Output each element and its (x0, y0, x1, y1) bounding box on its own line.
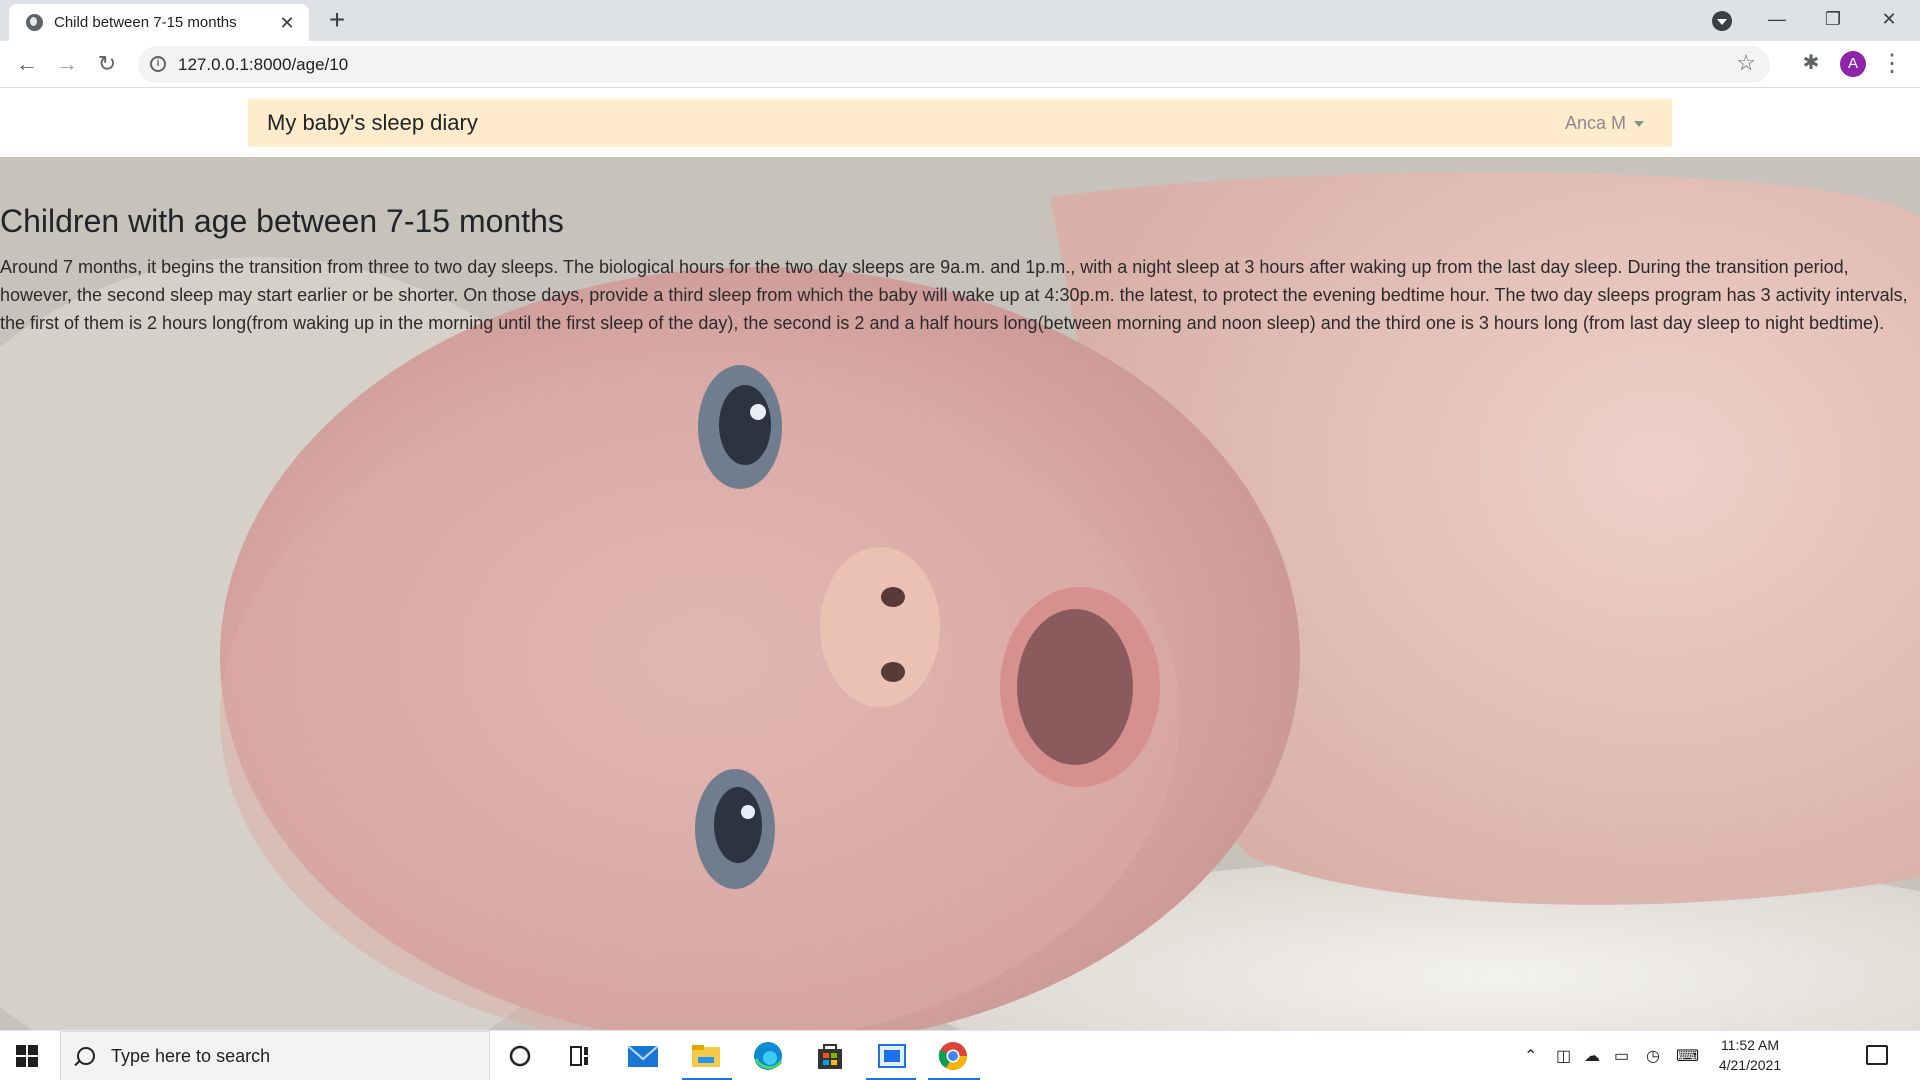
reload-icon[interactable]: ↻ (92, 49, 122, 79)
extensions-icon[interactable]: ✱ (1800, 52, 1822, 74)
user-name: Anca M (1564, 113, 1626, 133)
browser-toolbar: ← → ↻ i 127.0.0.1:8000/age/10 ☆ ✱ A ⋮ (0, 41, 1920, 88)
browser-menu-icon[interactable]: ⋮ (1880, 50, 1904, 78)
minimize-icon[interactable]: — (1757, 4, 1797, 34)
taskbar-search-box[interactable]: Type here to search (60, 1031, 490, 1080)
windows-taskbar: Type here to search ⌃ ◫ ☁ ▭ ◷ ⌨ 11:52 AM… (0, 1030, 1920, 1080)
cortana-icon[interactable] (502, 1039, 538, 1073)
chrome-icon[interactable] (935, 1039, 971, 1073)
file-explorer-icon[interactable] (688, 1039, 724, 1073)
clock-date: 4/21/2021 (1718, 1057, 1782, 1073)
star-icon[interactable]: ☆ (1736, 50, 1756, 76)
notifications-icon[interactable] (1866, 1045, 1888, 1065)
tab-title: Child between 7-15 months (54, 14, 237, 31)
browser-tab[interactable]: Child between 7-15 months ✕ (9, 4, 309, 41)
caret-down-icon (1634, 120, 1644, 127)
navbar-container: My baby's sleep diary Anca M (0, 89, 1920, 157)
store-icon[interactable] (812, 1039, 848, 1073)
address-bar[interactable]: i 127.0.0.1:8000/age/10 ☆ (138, 46, 1770, 83)
chevron-up-icon[interactable]: ⌃ (1524, 1046, 1537, 1066)
navbar-brand[interactable]: My baby's sleep diary (267, 110, 478, 136)
forward-icon[interactable]: → (52, 49, 82, 79)
battery-icon[interactable]: ▭ (1614, 1046, 1629, 1066)
wifi-icon[interactable]: ◷ (1646, 1046, 1660, 1066)
info-icon[interactable]: i (150, 56, 166, 72)
taskbar-clock[interactable]: 11:52 AM 4/21/2021 (1710, 1035, 1790, 1075)
mail-icon[interactable] (625, 1039, 661, 1073)
tab-search-icon[interactable] (1712, 11, 1732, 31)
keyboard-icon[interactable]: ⌨ (1676, 1046, 1699, 1066)
user-dropdown[interactable]: Anca M (1565, 113, 1644, 134)
back-icon[interactable]: ← (12, 49, 42, 79)
web-page: My baby's sleep diary Anca M Children wi… (0, 89, 1920, 1030)
windows-start-icon[interactable] (16, 1045, 38, 1067)
meet-icon[interactable]: ◫ (1556, 1046, 1571, 1066)
search-placeholder: Type here to search (111, 1045, 271, 1066)
task-view-icon[interactable] (562, 1039, 598, 1073)
edge-icon[interactable] (750, 1039, 786, 1073)
url-text[interactable]: 127.0.0.1:8000/age/10 (178, 55, 348, 75)
clock-time: 11:52 AM (1720, 1037, 1780, 1053)
tab-close-icon[interactable]: ✕ (277, 13, 297, 33)
description-paragraph: Around 7 months, it begins the transitio… (0, 257, 1908, 333)
restore-icon[interactable]: ❐ (1813, 4, 1853, 34)
navbar: My baby's sleep diary Anca M (248, 99, 1672, 147)
globe-favicon-icon (26, 14, 43, 31)
onedrive-icon[interactable]: ☁ (1584, 1046, 1600, 1066)
new-tab-button[interactable]: + (322, 6, 352, 36)
search-icon (77, 1047, 95, 1065)
close-icon[interactable]: ✕ (1869, 4, 1909, 34)
page-title: Children with age between 7-15 months (0, 203, 564, 239)
main-content: Children with age between 7-15 months Ar… (0, 199, 1920, 337)
app-icon[interactable] (874, 1039, 910, 1073)
profile-avatar[interactable]: A (1840, 51, 1866, 77)
tab-strip: Child between 7-15 months ✕ + — ❐ ✕ (0, 0, 1920, 41)
